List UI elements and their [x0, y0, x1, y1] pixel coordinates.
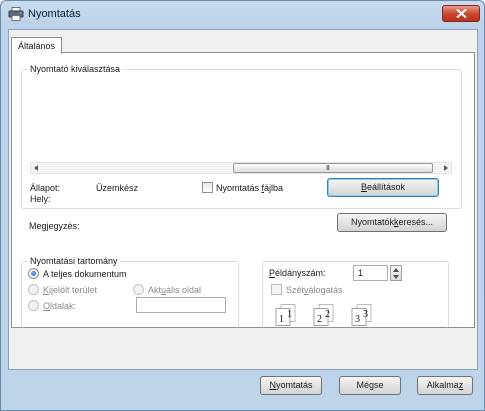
print-dialog: Nyomtatás Általános Nyomtató kiválasztás…: [0, 0, 485, 411]
window-title: Nyomtatás: [28, 8, 81, 20]
scroll-left-icon[interactable]: [34, 165, 38, 171]
range-selection-label[interactable]: Kijelölt terület: [43, 285, 97, 296]
scroll-right-icon[interactable]: [444, 165, 448, 171]
printer-list-scrollbar[interactable]: III: [30, 162, 452, 174]
printer-selection-group: Nyomtató kiválasztása III Állapot: Üzemk…: [21, 64, 462, 209]
print-range-group: Nyomtatási tartomány A teljes dokumentum…: [21, 256, 239, 328]
scrollbar-thumb[interactable]: III: [233, 163, 433, 173]
print-button[interactable]: Nyomtatás: [260, 376, 322, 395]
range-pages-label[interactable]: Oldalak:: [43, 301, 76, 312]
svg-text:3: 3: [355, 314, 360, 325]
status-value: Üzemkész: [96, 183, 139, 193]
tab-general[interactable]: Általános: [11, 37, 63, 54]
svg-text:1: 1: [287, 309, 292, 320]
svg-text:1: 1: [279, 314, 284, 325]
dialog-client-area: Általános Nyomtató kiválasztása III Álla…: [8, 29, 478, 395]
range-current-page-radio[interactable]: [133, 284, 144, 295]
svg-text:2: 2: [317, 314, 322, 325]
collate-label[interactable]: Szétválogatás: [286, 285, 343, 296]
apply-button[interactable]: Alkalmaz: [417, 376, 473, 395]
range-current-page-label[interactable]: Aktuális oldal: [148, 285, 201, 296]
scrollbar-grip: III: [326, 165, 330, 172]
range-all-label[interactable]: A teljes dokumentum: [43, 269, 127, 280]
copies-label: Példányszám:: [269, 268, 326, 278]
svg-text:3: 3: [363, 309, 368, 320]
status-label: Állapot:: [30, 183, 61, 193]
find-printer-button[interactable]: Nyomtatókkeresés...: [337, 213, 447, 232]
spin-down-icon[interactable]: [393, 275, 399, 279]
range-selection-radio[interactable]: [28, 284, 39, 295]
svg-text:2: 2: [325, 309, 330, 320]
printer-selection-title: Nyomtató kiválasztása: [28, 64, 123, 75]
printer-list[interactable]: [30, 89, 452, 157]
close-button[interactable]: [442, 5, 480, 22]
close-icon: [456, 9, 467, 18]
copies-group: Példányszám: 1 Szétválogatás 1 1 2 2 3 3: [262, 261, 449, 328]
print-to-file-checkbox[interactable]: [202, 182, 213, 193]
collate-checkbox[interactable]: [271, 284, 282, 295]
comment-label: Megjegyzés:: [29, 221, 80, 231]
location-label: Hely:: [30, 194, 51, 204]
pages-input[interactable]: [136, 297, 226, 313]
tab-panel-general: Nyomtató kiválasztása III Állapot: Üzemk…: [11, 52, 475, 328]
spin-up-icon[interactable]: [393, 268, 399, 272]
copies-input[interactable]: 1: [353, 265, 388, 281]
print-range-title: Nyomtatási tartomány: [28, 256, 120, 267]
printer-icon: [8, 7, 24, 21]
range-pages-radio[interactable]: [28, 300, 39, 311]
copies-spinner[interactable]: [390, 265, 402, 281]
range-all-radio[interactable]: [28, 268, 39, 279]
collate-illustration: 1 1 2 2 3 3: [275, 304, 372, 326]
preferences-button[interactable]: Beállítások: [327, 178, 439, 197]
title-bar[interactable]: Nyomtatás: [1, 1, 484, 29]
print-to-file-label[interactable]: Nyomtatás fájlba: [216, 183, 283, 194]
cancel-button[interactable]: Mégse: [339, 376, 401, 395]
